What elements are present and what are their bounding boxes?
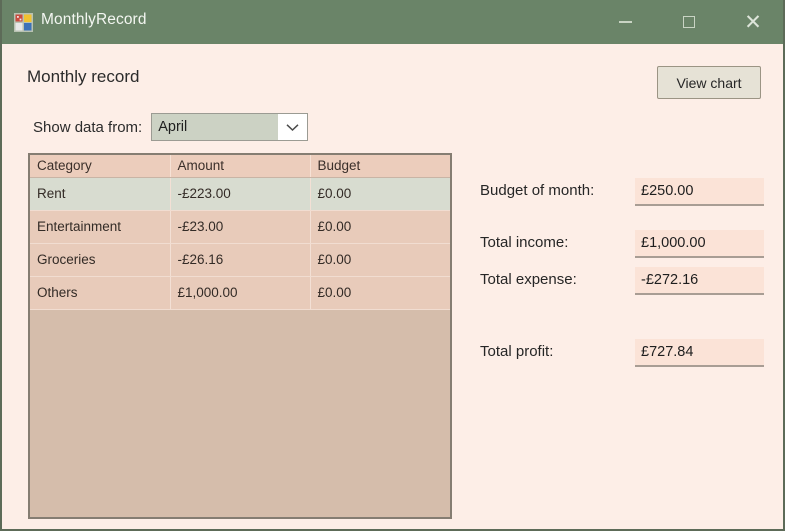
cell-category[interactable]: Groceries (30, 243, 171, 277)
chevron-down-icon[interactable] (278, 114, 308, 140)
app-grid-icon (14, 13, 33, 32)
cell-amount[interactable]: -£26.16 (170, 243, 311, 277)
month-filter-label: Show data from: (33, 118, 143, 136)
cell-category[interactable]: Rent (30, 177, 171, 211)
maximize-icon (683, 16, 695, 28)
total-expense-field[interactable]: -£272.16 (635, 267, 764, 295)
table-row[interactable]: Others £1,000.00 £0.00 (30, 276, 450, 310)
total-profit-label: Total profit: (480, 343, 554, 360)
table-row[interactable]: Groceries -£26.16 £0.00 (30, 243, 450, 277)
budget-of-month-label: Budget of month: (480, 182, 595, 199)
month-filter-row: Show data from: April (33, 113, 309, 141)
table-header-row: Category Amount Budget (30, 155, 450, 178)
total-profit-field[interactable]: £727.84 (635, 339, 764, 367)
column-header-amount[interactable]: Amount (170, 155, 311, 178)
month-select-value[interactable]: April (152, 114, 279, 140)
column-header-budget[interactable]: Budget (310, 155, 450, 178)
total-income-label: Total income: (480, 234, 569, 251)
cell-amount[interactable]: -£23.00 (170, 210, 311, 244)
cell-amount[interactable]: £1,000.00 (170, 276, 311, 310)
close-button[interactable]: ✕ (730, 0, 776, 44)
view-chart-button[interactable]: View chart (657, 66, 761, 99)
budget-of-month-field[interactable]: £250.00 (635, 178, 764, 206)
application-window: MonthlyRecord ✕ Monthly record View char… (0, 0, 785, 531)
title-bar[interactable]: MonthlyRecord ✕ (2, 0, 783, 44)
close-icon: ✕ (744, 10, 762, 34)
cell-budget[interactable]: £0.00 (310, 177, 450, 211)
cell-category[interactable]: Others (30, 276, 171, 310)
month-select[interactable]: April (151, 113, 309, 141)
cell-budget[interactable]: £0.00 (310, 276, 450, 310)
page-title: Monthly record (27, 67, 140, 86)
window-title: MonthlyRecord (41, 11, 147, 28)
cell-budget[interactable]: £0.00 (310, 210, 450, 244)
cell-budget[interactable]: £0.00 (310, 243, 450, 277)
maximize-button[interactable] (666, 0, 712, 44)
cell-amount[interactable]: -£223.00 (170, 177, 311, 211)
total-expense-label: Total expense: (480, 271, 577, 288)
table-row[interactable]: Entertainment -£23.00 £0.00 (30, 210, 450, 244)
records-table[interactable]: Category Amount Budget Rent -£223.00 £0.00… (28, 153, 452, 519)
table-row[interactable]: Rent -£223.00 £0.00 (30, 177, 450, 211)
column-header-category[interactable]: Category (30, 155, 171, 178)
minimize-icon (618, 21, 632, 23)
total-income-field[interactable]: £1,000.00 (635, 230, 764, 258)
cell-category[interactable]: Entertainment (30, 210, 171, 244)
minimize-button[interactable] (602, 0, 648, 44)
